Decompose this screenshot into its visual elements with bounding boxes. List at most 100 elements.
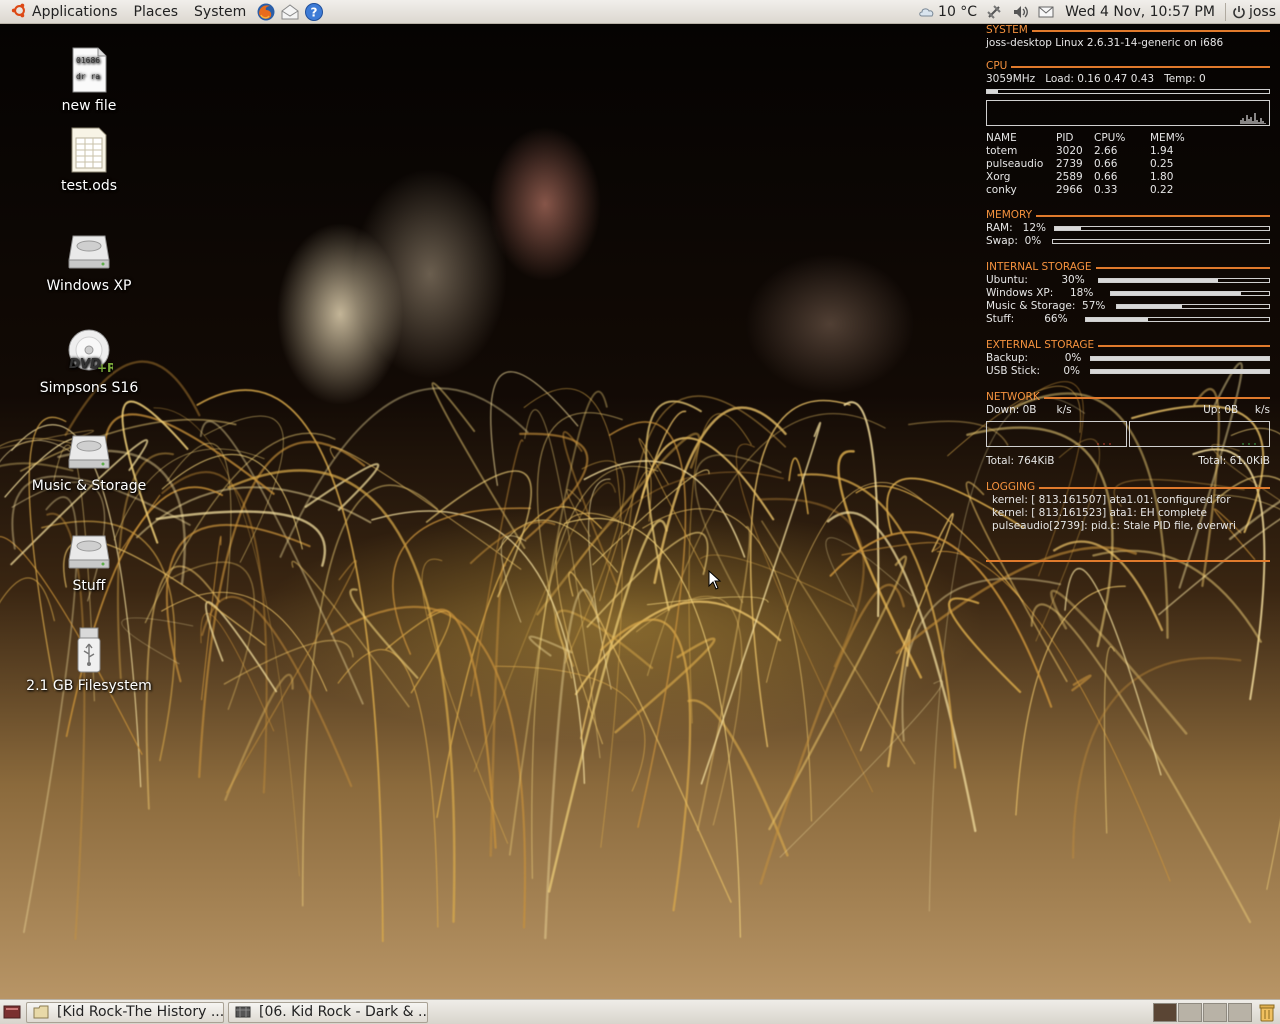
wire-strand bbox=[768, 555, 908, 831]
clock[interactable]: Wed 4 Nov, 10:57 PM bbox=[1059, 4, 1221, 20]
wire-strand bbox=[198, 440, 366, 779]
wire-strand bbox=[761, 520, 916, 765]
wire-strand bbox=[165, 523, 311, 683]
storage-bar bbox=[1090, 369, 1270, 374]
hard-drive-icon bbox=[65, 426, 113, 474]
log-line: kernel: [ 813.161523] ata1: EH complete bbox=[992, 507, 1207, 519]
conky-network-section: NETWORK Down: 0B k/s Up: 0B k/s Total: 76… bbox=[986, 391, 1270, 468]
desktop-icon-label: test.ods bbox=[60, 178, 118, 194]
storage-label: USB Stick: 0% bbox=[986, 365, 1081, 377]
desktop-icon-new-file[interactable]: 01686 dr ra new file bbox=[14, 46, 164, 114]
wire-strand bbox=[544, 588, 600, 940]
desktop-icon-stuff[interactable]: Stuff bbox=[14, 526, 164, 594]
download-graph-trace bbox=[1097, 443, 1111, 445]
trash-applet[interactable] bbox=[1256, 1001, 1278, 1023]
storage-bar bbox=[1110, 291, 1270, 296]
ram-label: RAM: 12% bbox=[986, 222, 1047, 234]
log-line: pulseaudio[2739]: pid.c: Stale PID file,… bbox=[992, 520, 1236, 532]
file-preview-line-2: dr ra bbox=[76, 72, 100, 81]
system-menu[interactable]: System bbox=[186, 0, 254, 24]
process-table: NAME PID CPU% MEM% totem 3020 2.66 1.94 … bbox=[986, 132, 1270, 197]
wire-strand bbox=[196, 389, 384, 943]
desktop-icon-label: Stuff bbox=[72, 578, 106, 594]
section-heading: NETWORK bbox=[986, 391, 1040, 403]
volume-applet[interactable] bbox=[1009, 1, 1031, 23]
workspace-switcher bbox=[1152, 1002, 1252, 1022]
wire-strand bbox=[392, 507, 532, 655]
process-cell: 0.33 bbox=[1094, 184, 1118, 196]
conky-system-section: SYSTEM joss-desktop Linux 2.6.31-14-gene… bbox=[986, 24, 1270, 50]
system-info: joss-desktop Linux 2.6.31-14-generic on … bbox=[986, 37, 1224, 49]
desktop-icon-usb-filesystem[interactable]: 2.1 GB Filesystem bbox=[14, 626, 164, 694]
conky-monitor: SYSTEM joss-desktop Linux 2.6.31-14-gene… bbox=[986, 24, 1270, 562]
session-menu[interactable]: joss bbox=[1232, 1, 1280, 23]
wire-strand bbox=[371, 510, 586, 784]
messages-applet[interactable] bbox=[1035, 1, 1057, 23]
storage-label: Windows XP: 18% bbox=[986, 287, 1094, 299]
workspace-4[interactable] bbox=[1228, 1002, 1252, 1022]
places-menu[interactable]: Places bbox=[126, 0, 187, 24]
section-heading: MEMORY bbox=[986, 209, 1033, 221]
desktop-icon-label: Music & Storage bbox=[31, 478, 147, 494]
process-header: NAME bbox=[986, 132, 1017, 144]
wire-strand bbox=[227, 469, 456, 923]
file-preview-line-1: 01686 bbox=[76, 56, 100, 65]
wire-strand bbox=[642, 508, 812, 822]
section-heading: EXTERNAL STORAGE bbox=[986, 339, 1095, 351]
wire-strand bbox=[161, 591, 328, 692]
wire-strand bbox=[349, 588, 419, 679]
storage-label: Backup: 0% bbox=[986, 352, 1082, 364]
wire-strand bbox=[144, 432, 336, 624]
speaker-icon bbox=[1014, 5, 1029, 18]
log-line: kernel: [ 813.161507] ata1.01: configure… bbox=[992, 494, 1231, 506]
applications-label: Applications bbox=[32, 3, 118, 20]
text-file-icon: 01686 dr ra bbox=[65, 46, 113, 94]
desktop-icon-music-storage[interactable]: Music & Storage bbox=[14, 426, 164, 494]
taskbar-button-label: [06. Kid Rock - Dark & ... bbox=[259, 1004, 428, 1020]
user-name: joss bbox=[1248, 3, 1276, 20]
network-up: Up: 0B k/s bbox=[1203, 404, 1270, 416]
network-down: Down: 0B k/s bbox=[986, 404, 1072, 416]
taskbar-button-file-browser[interactable]: [Kid Rock-The History ... bbox=[26, 1001, 224, 1023]
show-desktop-button[interactable] bbox=[2, 1002, 22, 1022]
network-disconnected-icon bbox=[987, 4, 1001, 19]
wire-strand bbox=[759, 583, 905, 885]
process-cell: conky bbox=[986, 184, 1017, 196]
cpu-graph-spikes bbox=[1240, 113, 1266, 124]
wire-strand bbox=[495, 665, 646, 792]
process-cell: 0.66 bbox=[1094, 171, 1118, 183]
download-graph bbox=[986, 421, 1127, 447]
conky-external-storage-section: EXTERNAL STORAGE Backup: 0% USB Stick: 0… bbox=[986, 339, 1270, 378]
svg-text:+R: +R bbox=[97, 361, 113, 375]
taskbar-button-movie-player[interactable]: [06. Kid Rock - Dark & ... bbox=[228, 1001, 428, 1023]
wire-strand bbox=[788, 457, 809, 515]
storage-label: Stuff: 66% bbox=[986, 313, 1068, 325]
desktop-icon-test-ods[interactable]: test.ods bbox=[14, 126, 164, 194]
wire-strand bbox=[1030, 603, 1252, 924]
help-icon: ? bbox=[305, 2, 324, 21]
trash-icon bbox=[1259, 1004, 1275, 1022]
mail-launcher[interactable] bbox=[279, 1, 301, 23]
process-cell: 2589 bbox=[1056, 171, 1083, 183]
help-launcher[interactable]: ? bbox=[303, 1, 325, 23]
network-applet[interactable] bbox=[983, 1, 1005, 23]
workspace-2[interactable] bbox=[1178, 1002, 1202, 1022]
process-cell: 3020 bbox=[1056, 145, 1083, 157]
workspace-1[interactable] bbox=[1153, 1002, 1177, 1022]
wire-strand bbox=[901, 577, 1062, 742]
workspace-3[interactable] bbox=[1203, 1002, 1227, 1022]
process-header: PID bbox=[1056, 132, 1074, 144]
weather-applet[interactable]: 10 °C bbox=[918, 1, 979, 23]
hard-drive-icon bbox=[65, 226, 113, 274]
desktop-icon-windows-xp[interactable]: Windows XP bbox=[14, 226, 164, 294]
upload-graph-trace bbox=[1242, 443, 1256, 445]
show-desktop-icon bbox=[3, 1005, 21, 1019]
desktop-icon-simpsons-s16[interactable]: DVD +R Simpsons S16 bbox=[14, 328, 164, 396]
firefox-icon bbox=[257, 3, 275, 20]
process-cell: pulseaudio bbox=[986, 158, 1044, 170]
ubuntu-logo-icon bbox=[11, 3, 25, 17]
film-icon bbox=[235, 1006, 251, 1018]
section-heading: INTERNAL STORAGE bbox=[986, 261, 1092, 273]
applications-menu[interactable]: Applications bbox=[0, 0, 126, 24]
firefox-launcher[interactable] bbox=[255, 1, 277, 23]
